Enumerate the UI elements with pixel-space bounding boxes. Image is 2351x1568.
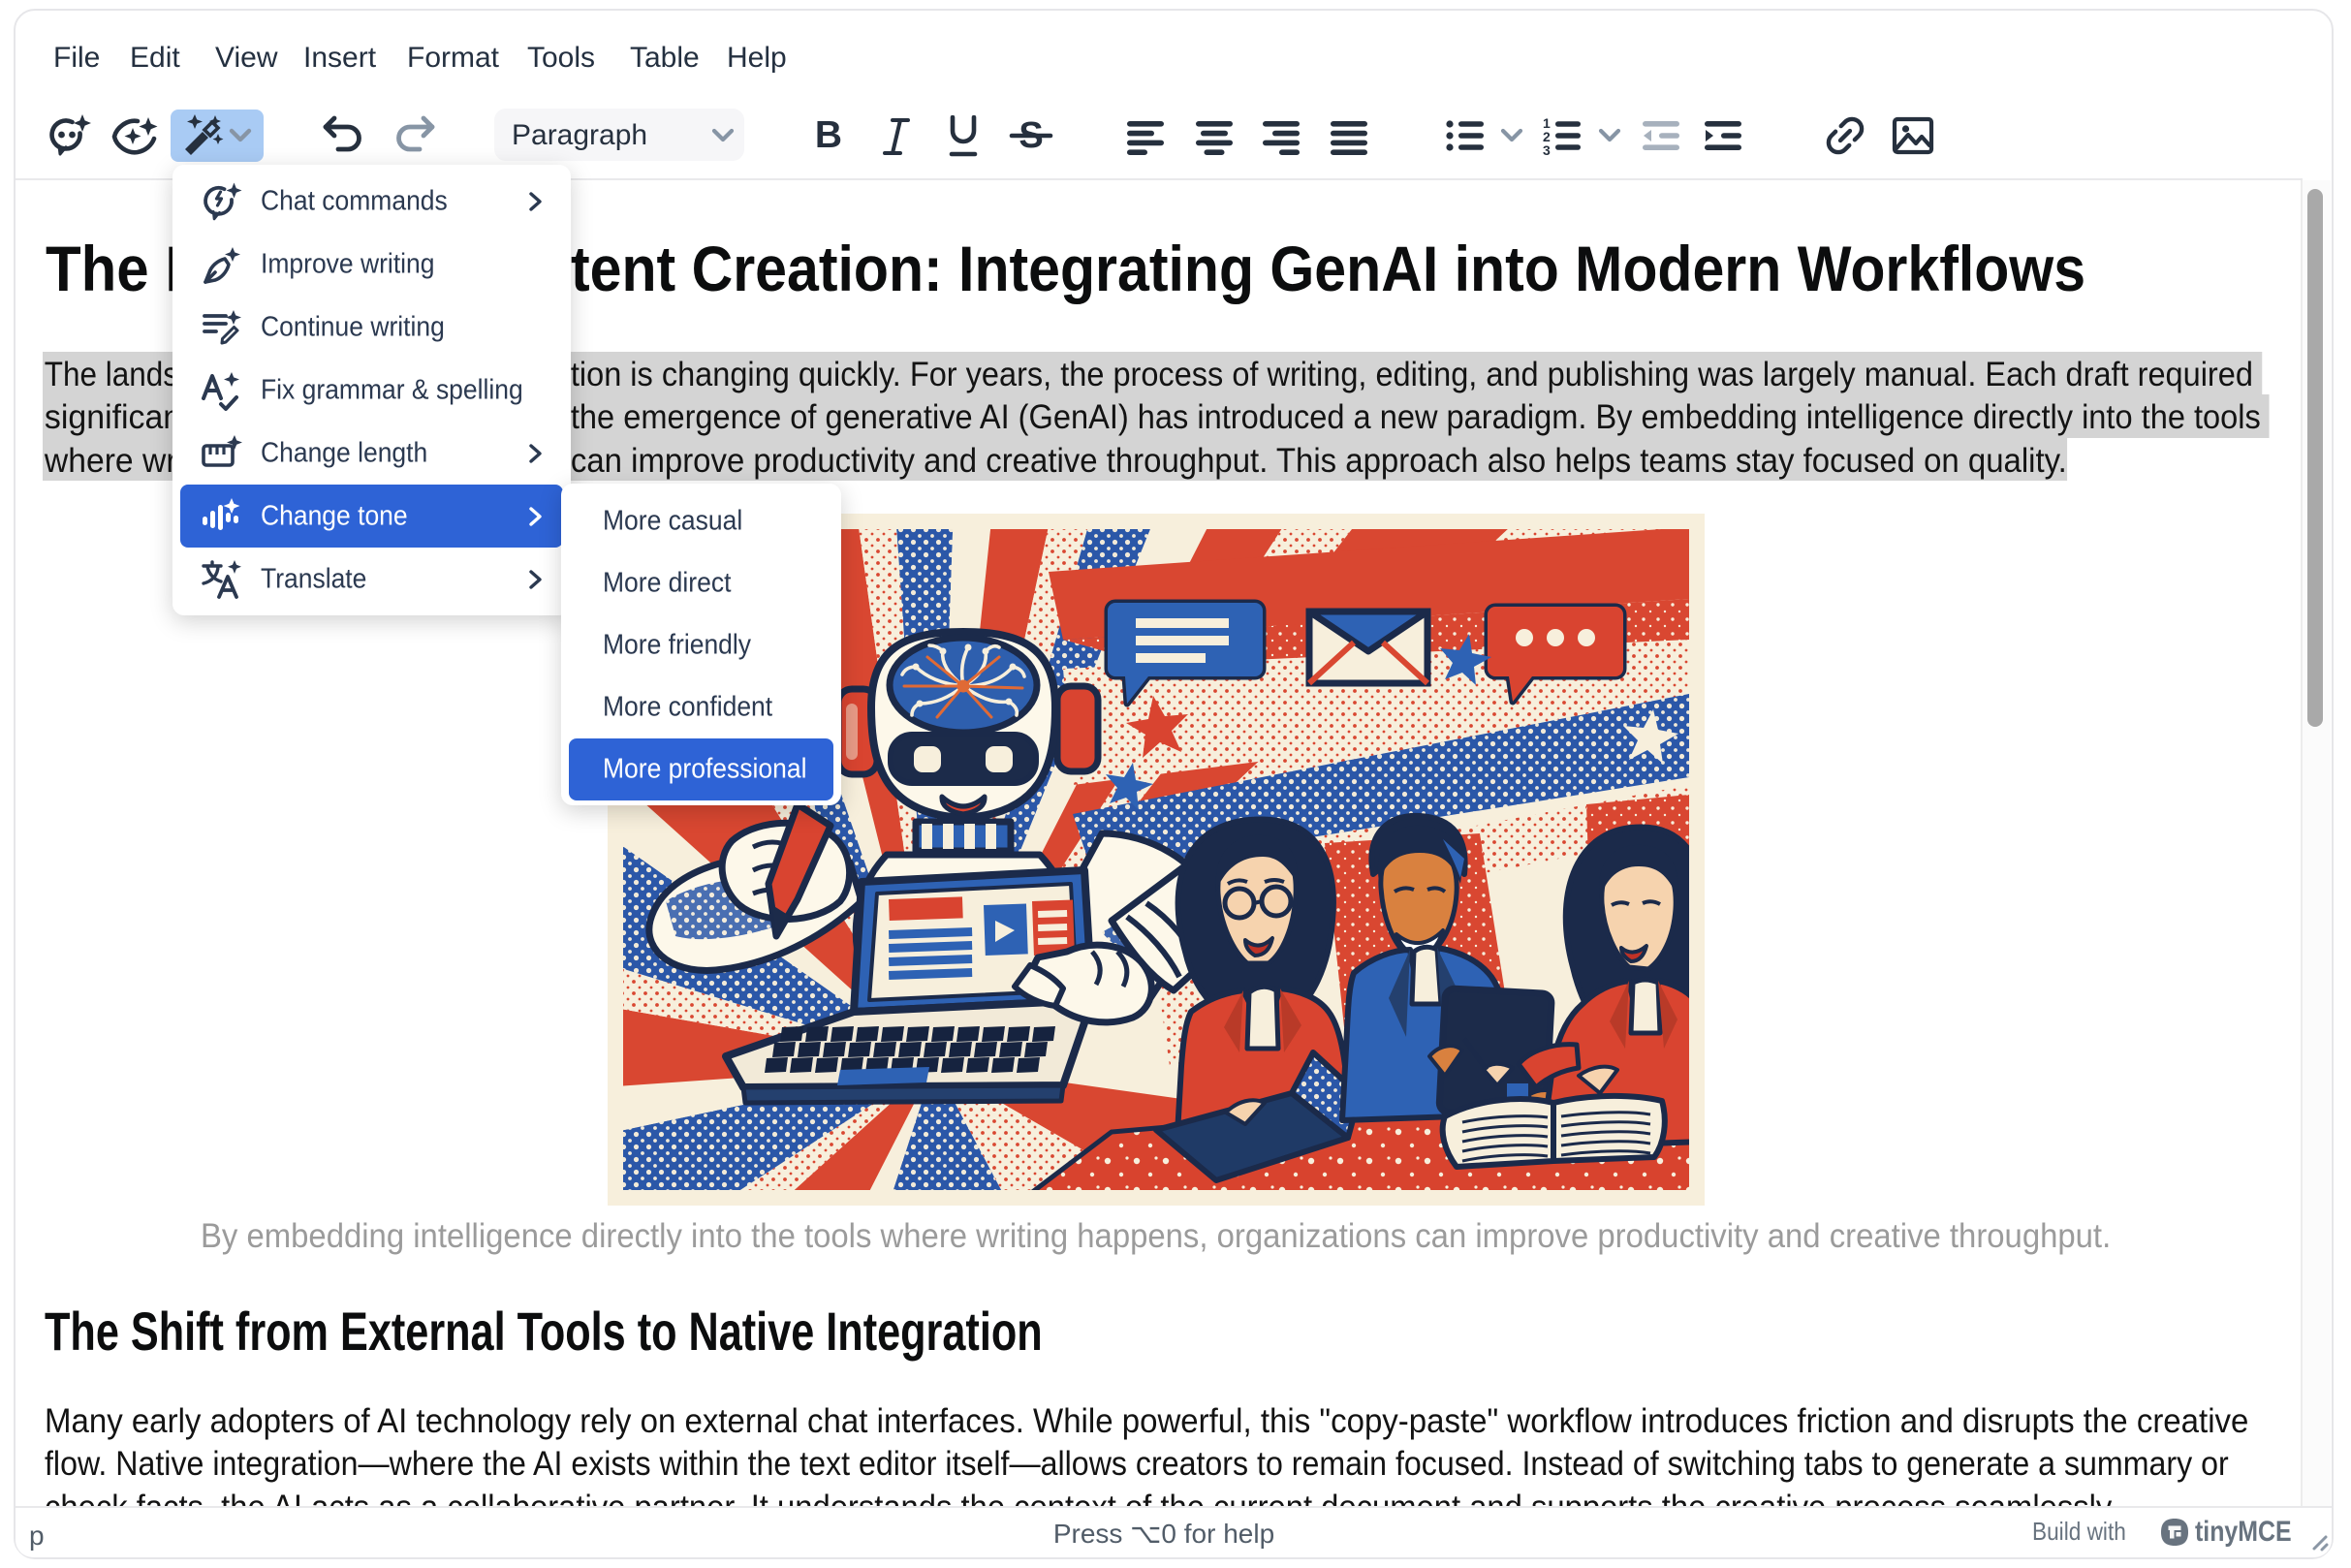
svg-text:3: 3: [1543, 142, 1551, 158]
